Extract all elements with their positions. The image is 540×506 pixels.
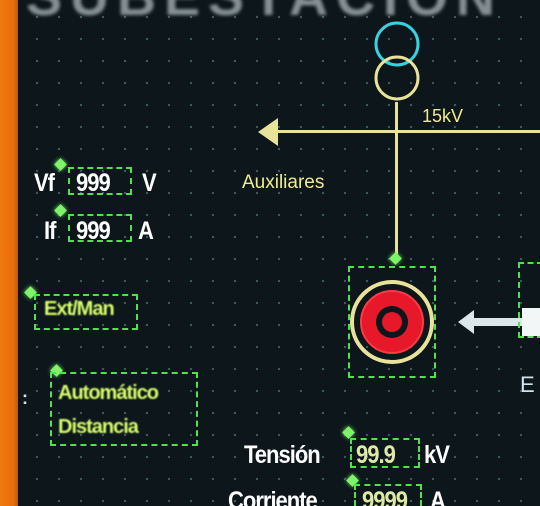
if-unit: A bbox=[138, 216, 154, 245]
if-label: If bbox=[44, 216, 56, 245]
right-equipment-box[interactable] bbox=[518, 262, 540, 338]
screen-title: SUBESTACIÓN bbox=[26, 0, 503, 28]
bus-voltage-label: 15kV bbox=[422, 106, 464, 126]
excitation-mode-value[interactable]: Ext/Man bbox=[44, 298, 115, 321]
vf-unit: V bbox=[142, 168, 157, 197]
scada-screen: SUBESTACIÓN 15kV Auxiliares E Vf 999 V I… bbox=[0, 0, 540, 506]
if-value: 999 bbox=[76, 216, 111, 245]
tension-unit: kV bbox=[424, 440, 450, 469]
right-partial-label: E bbox=[520, 372, 535, 397]
mode-side-mark: : bbox=[22, 388, 28, 408]
vf-label: Vf bbox=[34, 168, 55, 197]
arrow-left-icon bbox=[258, 118, 278, 146]
mode-distance-label[interactable]: Distancia bbox=[58, 416, 139, 439]
vertical-bus-line bbox=[395, 102, 398, 262]
tension-label: Tensión bbox=[244, 440, 321, 469]
transformer-icon[interactable] bbox=[370, 16, 430, 108]
generator-node-icon bbox=[389, 252, 402, 265]
vf-node-icon bbox=[54, 158, 67, 171]
current-unit: A bbox=[430, 486, 446, 506]
generator-icon[interactable] bbox=[346, 270, 438, 374]
tension-value: 99.9 bbox=[356, 440, 396, 469]
current-label: Corriente bbox=[228, 486, 318, 506]
horizontal-bus-line bbox=[270, 130, 540, 133]
auxiliaries-label: Auxiliares bbox=[242, 172, 325, 193]
if-node-icon bbox=[54, 204, 67, 217]
tension-node-icon bbox=[342, 426, 355, 439]
vf-value: 999 bbox=[76, 168, 111, 197]
current-value: 9999 bbox=[362, 486, 408, 506]
left-accent-bar bbox=[0, 0, 18, 506]
mode-auto-label[interactable]: Automático bbox=[58, 382, 159, 405]
